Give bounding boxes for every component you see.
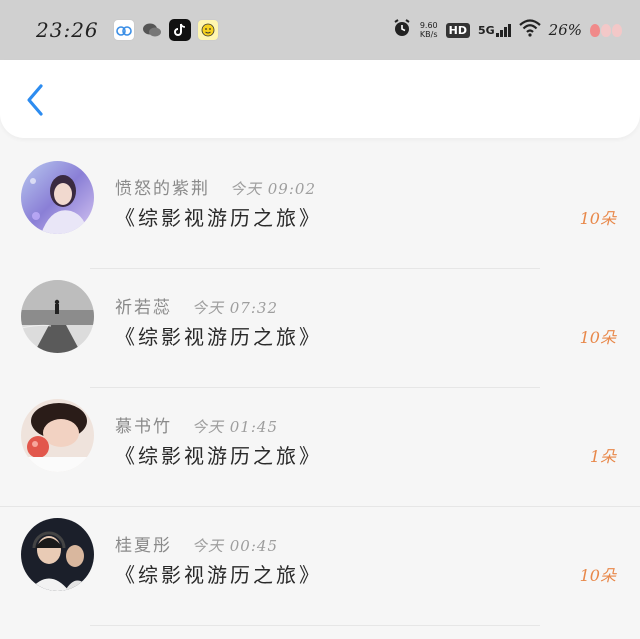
avatar[interactable] bbox=[21, 399, 94, 472]
reward-count: 10朵 bbox=[579, 566, 616, 585]
reward-list: 愤怒的紫荆 今天 09:02 《综影视游历之旅》 10朵 祈若蕊 今天 07:3… bbox=[0, 150, 640, 626]
list-item[interactable]: 慕书竹 今天 01:45 《综影视游历之旅》 1朵 bbox=[0, 388, 640, 507]
list-item[interactable]: 愤怒的紫荆 今天 09:02 《综影视游历之旅》 10朵 bbox=[0, 150, 640, 269]
timestamp: 今天 07:32 bbox=[192, 299, 278, 317]
alarm-icon bbox=[392, 18, 412, 42]
timestamp: 今天 09:02 bbox=[230, 180, 316, 198]
net-speed-unit: KB/s bbox=[419, 30, 438, 39]
signal-indicator: 5G bbox=[477, 23, 511, 37]
list-item[interactable]: 祈若蕊 今天 07:32 《综影视游历之旅》 10朵 bbox=[0, 269, 640, 388]
cloud-app-icon bbox=[112, 19, 135, 41]
status-right: 9.60 KB/s HD 5G 26% bbox=[392, 18, 622, 42]
item-meta: 愤怒的紫荆 今天 09:02 bbox=[115, 174, 316, 199]
wifi-icon bbox=[518, 19, 541, 41]
item-meta: 慕书竹 今天 01:45 bbox=[115, 412, 278, 437]
avatar[interactable] bbox=[21, 280, 94, 353]
timestamp: 今天 01:45 bbox=[192, 418, 278, 436]
hd-badge: HD bbox=[445, 22, 470, 38]
battery-percent: 26% bbox=[548, 21, 582, 39]
net-speed-value: 9.60 bbox=[419, 21, 438, 30]
timestamp: 今天 00:45 bbox=[192, 537, 278, 555]
reward-count: 10朵 bbox=[579, 328, 616, 347]
book-title[interactable]: 《综影视游历之旅》 bbox=[115, 202, 322, 231]
book-title[interactable]: 《综影视游历之旅》 bbox=[115, 321, 322, 350]
tiktok-icon bbox=[168, 19, 191, 41]
chevron-left-icon bbox=[24, 83, 46, 121]
avatar[interactable] bbox=[21, 161, 94, 234]
header bbox=[0, 60, 640, 138]
back-button[interactable] bbox=[18, 82, 52, 122]
status-bar: 23:26 9.60 KB/s HD 5G 26% bbox=[0, 0, 640, 60]
book-title[interactable]: 《综影视游历之旅》 bbox=[115, 559, 322, 588]
notification-icons bbox=[112, 19, 219, 41]
wechat-icon bbox=[141, 19, 163, 41]
username[interactable]: 祈若蕊 bbox=[115, 293, 172, 318]
reward-count: 1朵 bbox=[589, 447, 616, 466]
item-meta: 祈若蕊 今天 07:32 bbox=[115, 293, 278, 318]
reward-count: 10朵 bbox=[579, 209, 616, 228]
status-time: 23:26 bbox=[36, 18, 99, 42]
avatar[interactable] bbox=[21, 518, 94, 591]
battery-icon bbox=[590, 23, 622, 37]
username[interactable]: 慕书竹 bbox=[115, 412, 172, 437]
divider bbox=[90, 625, 540, 626]
signal-bars-icon bbox=[495, 23, 511, 37]
username[interactable]: 桂夏彤 bbox=[115, 531, 172, 556]
net-speed: 9.60 KB/s bbox=[420, 21, 438, 39]
book-title[interactable]: 《综影视游历之旅》 bbox=[115, 440, 322, 469]
username[interactable]: 愤怒的紫荆 bbox=[115, 174, 210, 199]
network-type: 5G bbox=[477, 23, 495, 37]
item-meta: 桂夏彤 今天 00:45 bbox=[115, 531, 278, 556]
list-item[interactable]: 桂夏彤 今天 00:45 《综影视游历之旅》 10朵 bbox=[0, 507, 640, 626]
emoji-app-icon bbox=[196, 19, 219, 41]
